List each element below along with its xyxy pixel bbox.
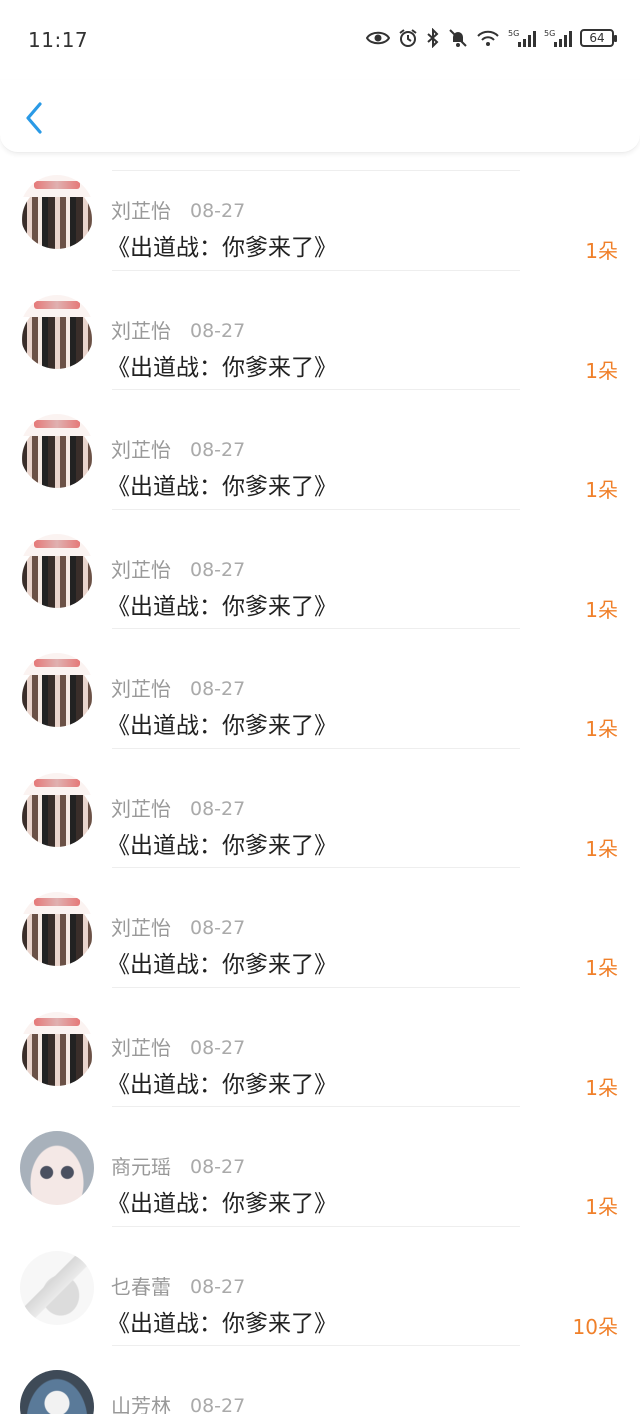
gift-amount: 1朵 xyxy=(585,597,618,622)
sender-name: 刘芷怡 xyxy=(111,916,171,940)
work-title: 《出道战：你爹来了》 xyxy=(107,832,337,859)
battery-indicator: 64 xyxy=(580,29,617,47)
gift-date: 08-27 xyxy=(190,1395,246,1414)
sender-name: 刘芷怡 xyxy=(111,1035,171,1060)
signal-5g-icon: 5G xyxy=(544,28,572,48)
gift-date: 08-27 xyxy=(190,678,246,700)
gift-amount: 1朵 xyxy=(585,239,618,263)
list-item[interactable]: 山芳林 08-27 xyxy=(0,1346,640,1414)
sender-name: 刘芷怡 xyxy=(111,796,171,821)
avatar[interactable] xyxy=(20,1370,94,1414)
gift-date: 08-27 xyxy=(190,1156,246,1178)
list-item[interactable]: 刘芷怡 08-27 《出道战：你爹来了》 1朵 xyxy=(0,988,640,1107)
work-title: 《出道战：你爹来了》 xyxy=(107,1071,337,1098)
sender-name: 商元瑶 xyxy=(111,1155,171,1179)
work-title: 《出道战：你爹来了》 xyxy=(107,474,337,500)
signal-5g-icon: 5G xyxy=(508,28,536,48)
gift-date: 08-27 xyxy=(190,917,246,939)
avatar[interactable] xyxy=(20,772,94,847)
gift-amount: 10朵 xyxy=(572,1314,618,1339)
list-item[interactable]: 刘芷怡 08-27 《出道战：你爹来了》 1朵 xyxy=(0,629,640,749)
sender-name: 刘芷怡 xyxy=(111,318,171,343)
avatar[interactable] xyxy=(20,533,94,608)
back-button[interactable] xyxy=(18,98,52,138)
avatar[interactable] xyxy=(20,1250,94,1325)
gift-amount: 1朵 xyxy=(585,1075,618,1100)
gift-amount: 1朵 xyxy=(585,358,618,383)
gift-date: 08-27 xyxy=(190,558,246,581)
status-icons: 5G 5G 64 xyxy=(366,28,617,48)
gift-amount: 1朵 xyxy=(585,1195,618,1219)
work-title: 《出道战：你爹来了》 xyxy=(107,1310,337,1337)
bluetooth-icon xyxy=(426,28,440,48)
avatar[interactable] xyxy=(20,1131,94,1205)
sender-name: 刘芷怡 xyxy=(111,199,171,223)
gift-date: 08-27 xyxy=(190,200,246,222)
avatar[interactable] xyxy=(20,1011,94,1086)
sender-name: 乜春蕾 xyxy=(111,1274,171,1299)
gift-date: 08-27 xyxy=(190,797,246,820)
gift-amount: 1朵 xyxy=(585,717,618,741)
chevron-left-icon xyxy=(26,102,42,134)
status-bar: 11:17 5G 5G 64 xyxy=(0,0,640,80)
eye-icon xyxy=(366,29,390,47)
sender-name: 刘芷怡 xyxy=(111,677,171,701)
gift-amount: 1朵 xyxy=(585,836,618,861)
gift-date: 08-27 xyxy=(190,439,246,461)
avatar[interactable] xyxy=(20,414,94,488)
gift-amount: 1朵 xyxy=(585,956,618,980)
list-item[interactable]: 刘芷怡 08-27 《出道战：你爹来了》 1朵 xyxy=(0,510,640,629)
gift-date: 08-27 xyxy=(190,1036,246,1059)
work-title: 《出道战：你爹来了》 xyxy=(107,952,337,978)
work-title: 《出道战：你爹来了》 xyxy=(107,235,337,261)
sender-name: 刘芷怡 xyxy=(111,557,171,582)
work-title: 《出道战：你爹来了》 xyxy=(107,1191,337,1217)
list-item[interactable]: 刘芷怡 08-27 《出道战：你爹来了》 1朵 xyxy=(0,152,640,271)
avatar[interactable] xyxy=(20,294,94,369)
status-time: 11:17 xyxy=(28,28,89,52)
svg-text:5G: 5G xyxy=(544,29,555,38)
list-item[interactable]: 乜春蕾 08-27 《出道战：你爹来了》 10朵 xyxy=(0,1227,640,1346)
gift-date: 08-27 xyxy=(190,1275,246,1298)
avatar[interactable] xyxy=(20,653,94,727)
list-item[interactable]: 刘芷怡 08-27 《出道战：你爹来了》 1朵 xyxy=(0,271,640,390)
page-header xyxy=(0,80,640,153)
alarm-icon xyxy=(398,28,418,48)
sender-name: 山芳林 xyxy=(111,1394,171,1414)
wifi-icon xyxy=(476,28,500,48)
gift-list: 刘芷怡 08-27 《出道战：你爹来了》 1朵 刘芷怡 08-27 《出道战：你爹来了》 1朵… xyxy=(0,152,640,1414)
work-title: 《出道战：你爹来了》 xyxy=(107,593,337,620)
list-item[interactable]: 商元瑶 08-27 《出道战：你爹来了》 1朵 xyxy=(0,1107,640,1227)
gift-amount: 1朵 xyxy=(585,478,618,502)
avatar[interactable] xyxy=(20,892,94,966)
work-title: 《出道战：你爹来了》 xyxy=(107,354,337,381)
sender-name: 刘芷怡 xyxy=(111,438,171,462)
list-item[interactable]: 刘芷怡 08-27 《出道战：你爹来了》 1朵 xyxy=(0,390,640,510)
list-item[interactable]: 刘芷怡 08-27 《出道战：你爹来了》 1朵 xyxy=(0,868,640,988)
avatar[interactable] xyxy=(20,175,94,249)
mute-bell-icon xyxy=(448,28,468,48)
list-item[interactable]: 刘芷怡 08-27 《出道战：你爹来了》 1朵 xyxy=(0,749,640,868)
svg-text:5G: 5G xyxy=(508,29,519,38)
work-title: 《出道战：你爹来了》 xyxy=(107,713,337,739)
gift-date: 08-27 xyxy=(190,319,246,342)
